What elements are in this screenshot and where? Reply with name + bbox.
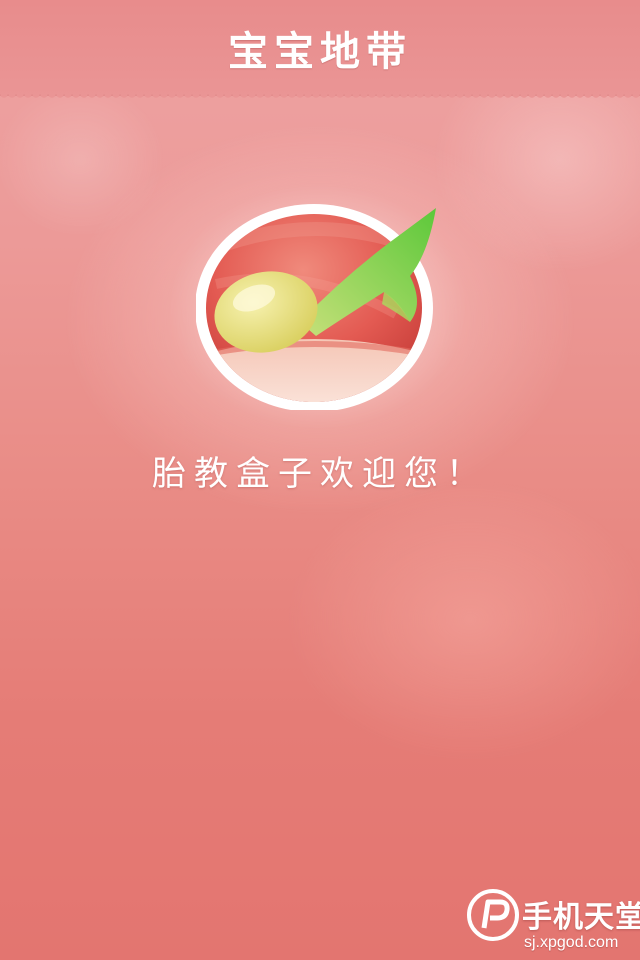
site-logo-icon bbox=[467, 889, 519, 941]
music-note-icon bbox=[196, 204, 436, 410]
watermark-title: 手机天堂 bbox=[522, 900, 640, 935]
watermark-url: sj.xpgod.com bbox=[524, 934, 619, 951]
top-banner: 宝宝地带 bbox=[0, 0, 640, 102]
watermark: 手机天堂 sj.xpgod.com bbox=[466, 884, 640, 960]
app-logo bbox=[156, 174, 480, 440]
welcome-message: 胎教盒子欢迎您！ bbox=[152, 454, 488, 494]
header-divider bbox=[0, 94, 640, 96]
app-title: 宝宝地带 bbox=[228, 29, 412, 75]
